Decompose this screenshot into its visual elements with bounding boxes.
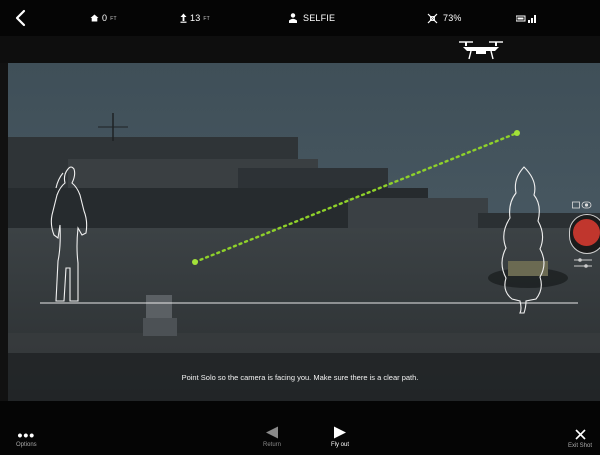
instruction-text: Point Solo so the camera is facing you. … xyxy=(181,373,419,382)
return-button[interactable]: Return xyxy=(263,426,281,448)
flight-path-end-point xyxy=(514,130,520,136)
altitude-readout: 13 FT xyxy=(180,0,210,36)
more-dots-icon: ••• xyxy=(17,427,36,443)
battery-value: 73% xyxy=(443,13,462,23)
exit-shot-label: Exit Shot xyxy=(568,443,593,449)
drone-status-band xyxy=(0,36,600,63)
return-label: Return xyxy=(263,442,282,448)
bottom-toolbar: ••• Options Return Fly out Exit Shot xyxy=(0,401,600,455)
battery-drone-icon xyxy=(427,13,438,23)
shot-mode-label: SELFIE xyxy=(303,13,336,23)
exit-shot-button[interactable]: Exit Shot xyxy=(568,429,592,449)
home-distance-readout: 0 FT xyxy=(90,0,117,36)
home-icon xyxy=(90,14,99,22)
person-icon xyxy=(289,13,297,23)
options-button[interactable]: ••• Options xyxy=(16,427,37,448)
fly-out-label: Fly out xyxy=(331,442,350,448)
drone-icon xyxy=(459,41,503,60)
close-icon xyxy=(574,429,586,440)
altitude-unit: FT xyxy=(203,16,210,22)
back-chevron-icon[interactable] xyxy=(14,9,28,27)
shot-mode-readout: SELFIE xyxy=(289,0,335,36)
camera-scene xyxy=(8,63,600,401)
record-dot-icon xyxy=(573,219,600,246)
fly-out-button[interactable]: Fly out xyxy=(331,426,349,448)
signal-readout xyxy=(516,0,538,36)
flight-path-start-point xyxy=(192,259,198,265)
camera-mode-toggle[interactable] xyxy=(569,200,595,210)
return-arrow-icon xyxy=(266,426,278,439)
top-status-bar: 0 FT 13 FT SELFIE 73% xyxy=(0,0,600,36)
signal-icon xyxy=(516,15,536,23)
altitude-value: 13 xyxy=(190,13,201,23)
view-left-edge xyxy=(0,63,8,401)
home-distance-unit: FT xyxy=(110,16,117,22)
battery-readout: 73% xyxy=(427,0,462,36)
fly-out-arrow-icon xyxy=(334,426,346,439)
home-distance-value: 0 xyxy=(102,13,108,23)
options-label: Options xyxy=(16,442,37,448)
camera-view xyxy=(8,63,600,401)
camera-settings-icon[interactable] xyxy=(571,256,595,270)
altitude-arrow-icon xyxy=(180,13,187,23)
record-button[interactable] xyxy=(569,214,600,254)
camera-toggle-icon xyxy=(572,201,592,209)
